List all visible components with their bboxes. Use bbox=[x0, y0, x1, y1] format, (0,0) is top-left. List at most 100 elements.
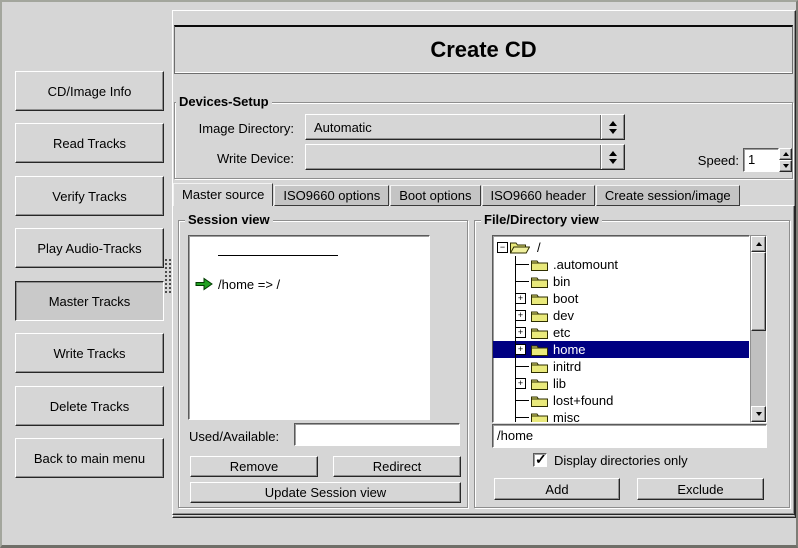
redirect-button-label: Redirect bbox=[373, 459, 421, 474]
speed-input[interactable]: 1 bbox=[743, 148, 779, 172]
exclude-button-label: Exclude bbox=[677, 482, 723, 497]
tree-item-label: initrd bbox=[553, 359, 581, 374]
speed-up-icon[interactable] bbox=[779, 148, 792, 160]
tree-item-label: .automount bbox=[553, 257, 618, 272]
tree-item-lost-found[interactable]: lost+found bbox=[493, 392, 749, 409]
tree-item-label: etc bbox=[553, 325, 570, 340]
session-view-frame-label: Session view bbox=[185, 212, 273, 228]
sidebar-button-cd-image-info[interactable]: CD/Image Info bbox=[15, 71, 164, 111]
image-directory-label: Image Directory: bbox=[162, 121, 294, 136]
expand-icon[interactable] bbox=[515, 293, 526, 304]
directory-tree[interactable]: / .automount bin boot dev etc home initr… bbox=[492, 235, 750, 423]
add-button[interactable]: Add bbox=[494, 478, 620, 500]
session-list[interactable]: /home => / bbox=[188, 235, 430, 420]
open-folder-icon bbox=[510, 240, 530, 257]
green-arrow-icon bbox=[195, 277, 213, 291]
folder-icon bbox=[531, 343, 548, 359]
sidebar-button-play-audio-tracks[interactable]: Play Audio-Tracks bbox=[15, 228, 164, 268]
sidebar-button-label: Play Audio-Tracks bbox=[37, 241, 141, 256]
dropdown-arrows-icon bbox=[600, 145, 624, 169]
expand-icon[interactable] bbox=[515, 310, 526, 321]
write-device-value bbox=[306, 145, 600, 169]
sidebar-button-label: Verify Tracks bbox=[52, 189, 126, 204]
expand-icon[interactable] bbox=[515, 378, 526, 389]
sidebar-button-read-tracks[interactable]: Read Tracks bbox=[15, 123, 164, 163]
tab-master-source[interactable]: Master source bbox=[173, 183, 273, 206]
scrollbar-thumb[interactable] bbox=[751, 252, 766, 331]
folder-icon bbox=[531, 275, 548, 291]
tree-item-lib[interactable]: lib bbox=[493, 375, 749, 392]
sidebar-button-label: Read Tracks bbox=[53, 136, 126, 151]
folder-icon bbox=[531, 292, 548, 308]
write-device-dropdown[interactable] bbox=[305, 144, 625, 170]
sidebar-button-verify-tracks[interactable]: Verify Tracks bbox=[15, 176, 164, 216]
tree-item-label: boot bbox=[553, 291, 578, 306]
sidebar-button-delete-tracks[interactable]: Delete Tracks bbox=[15, 386, 164, 426]
tab-iso9660-options[interactable]: ISO9660 options bbox=[274, 185, 389, 206]
sidebar-button-back-to-main-menu[interactable]: Back to main menu bbox=[15, 438, 164, 478]
tree-item-root[interactable]: / bbox=[493, 239, 749, 256]
session-entry[interactable]: /home => / bbox=[218, 277, 280, 292]
folder-icon bbox=[531, 360, 548, 376]
sidebar-button-label: Delete Tracks bbox=[50, 399, 129, 414]
remove-button-label: Remove bbox=[230, 459, 278, 474]
folder-icon bbox=[531, 258, 548, 274]
update-session-view-button-label: Update Session view bbox=[265, 485, 386, 500]
tree-item-dev[interactable]: dev bbox=[493, 307, 749, 324]
used-available-label: Used/Available: bbox=[189, 429, 279, 444]
collapse-icon[interactable] bbox=[497, 242, 508, 253]
tree-item-initrd[interactable]: initrd bbox=[493, 358, 749, 375]
sidebar-button-label: Back to main menu bbox=[34, 451, 145, 466]
file-directory-view-frame-label: File/Directory view bbox=[481, 212, 602, 228]
page-title: Create CD bbox=[430, 37, 536, 63]
display-directories-only-checkbox[interactable] bbox=[533, 453, 547, 467]
add-button-label: Add bbox=[545, 482, 568, 497]
redirect-button[interactable]: Redirect bbox=[333, 456, 461, 477]
folder-icon bbox=[531, 394, 548, 410]
scroll-down-icon[interactable] bbox=[751, 406, 766, 422]
sidebar-button-label: CD/Image Info bbox=[48, 84, 132, 99]
tree-scrollbar[interactable] bbox=[750, 235, 767, 423]
tree-item-label: dev bbox=[553, 308, 574, 323]
speed-label: Speed: bbox=[682, 153, 739, 168]
sidebar-button-label: Write Tracks bbox=[54, 346, 126, 361]
used-available-field[interactable] bbox=[294, 423, 460, 446]
tree-item-automount[interactable]: .automount bbox=[493, 256, 749, 273]
sidebar-button-write-tracks[interactable]: Write Tracks bbox=[15, 333, 164, 373]
notebook-tabs: Master sourceISO9660 optionsBoot options… bbox=[173, 183, 741, 206]
tree-item-misc[interactable]: misc bbox=[493, 409, 749, 423]
tree-item-label: bin bbox=[553, 274, 570, 289]
tab-create-session-image[interactable]: Create session/image bbox=[596, 185, 740, 206]
display-directories-only-label: Display directories only bbox=[554, 453, 688, 468]
folder-icon bbox=[531, 309, 548, 325]
tree-item-bin[interactable]: bin bbox=[493, 273, 749, 290]
folder-icon bbox=[531, 326, 548, 342]
page-title-frame: Create CD bbox=[174, 25, 793, 74]
speed-stepper[interactable] bbox=[779, 148, 792, 172]
tree-item-label: home bbox=[553, 342, 586, 357]
image-directory-dropdown[interactable]: Automatic bbox=[305, 114, 625, 140]
tree-item-label: lost+found bbox=[553, 393, 613, 408]
tree-item-boot[interactable]: boot bbox=[493, 290, 749, 307]
path-field[interactable]: /home bbox=[492, 424, 767, 448]
tree-item-label: lib bbox=[553, 376, 566, 391]
update-session-view-button[interactable]: Update Session view bbox=[190, 482, 461, 503]
sidebar-button-master-tracks[interactable]: Master Tracks bbox=[15, 281, 164, 321]
tree-item-home[interactable]: home bbox=[493, 341, 749, 358]
tab-iso9660-header[interactable]: ISO9660 header bbox=[482, 185, 595, 206]
sidebar-button-label: Master Tracks bbox=[49, 294, 131, 309]
dropdown-arrows-icon bbox=[600, 115, 624, 139]
tree-item-etc[interactable]: etc bbox=[493, 324, 749, 341]
paned-grip-handle[interactable] bbox=[165, 259, 171, 293]
expand-icon[interactable] bbox=[515, 344, 526, 355]
scroll-up-icon[interactable] bbox=[751, 236, 766, 252]
tree-item-label: / bbox=[537, 240, 541, 255]
write-device-label: Write Device: bbox=[162, 151, 294, 166]
speed-down-icon[interactable] bbox=[779, 160, 792, 172]
expand-icon[interactable] bbox=[515, 327, 526, 338]
tab-boot-options[interactable]: Boot options bbox=[390, 185, 480, 206]
image-directory-value: Automatic bbox=[306, 115, 600, 139]
exclude-button[interactable]: Exclude bbox=[637, 478, 764, 500]
remove-button[interactable]: Remove bbox=[190, 456, 318, 477]
tree-item-label: misc bbox=[553, 410, 580, 423]
